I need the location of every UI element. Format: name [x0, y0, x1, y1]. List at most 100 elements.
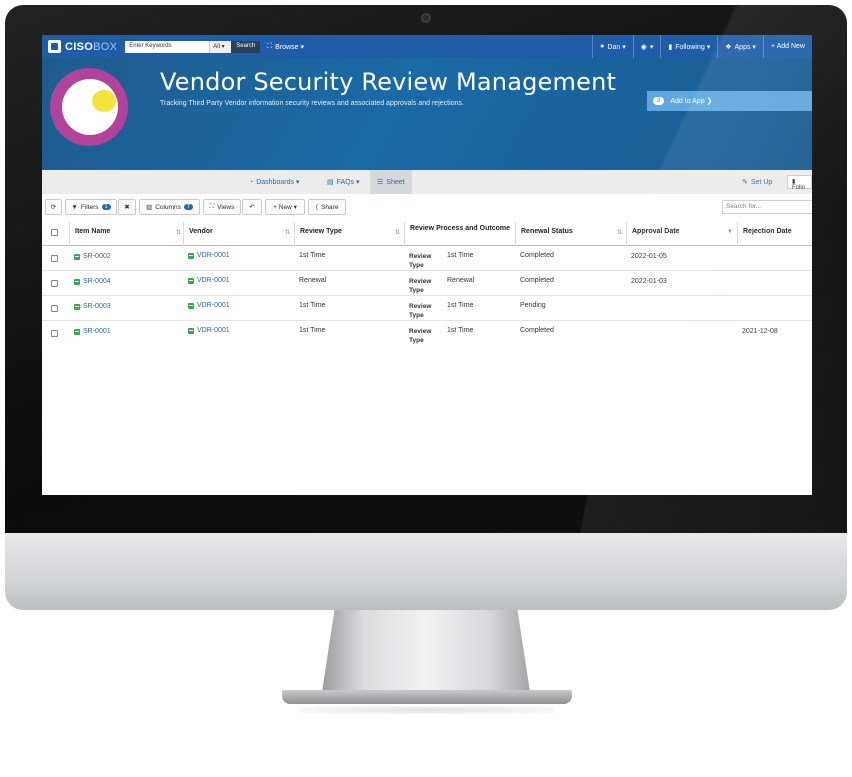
- vendor-link[interactable]: VDR-0001: [188, 327, 289, 334]
- column-header-label: Review Type: [300, 228, 342, 235]
- new-label: + New ▾: [273, 204, 297, 211]
- renewal-status-cell: Completed: [520, 277, 554, 284]
- column-header-vendor[interactable]: Vendor ⇅: [183, 222, 294, 246]
- clear-filters-button[interactable]: ✖: [118, 199, 136, 215]
- review-process-label: Review Type: [409, 303, 432, 319]
- table-row[interactable]: SR-0002 VDR-0001 1st Time Review Type 1st…: [42, 246, 812, 271]
- search-button[interactable]: Search: [231, 40, 261, 53]
- column-header-item-name[interactable]: Item Name ⇅: [69, 222, 185, 246]
- row-checkbox[interactable]: [51, 255, 58, 262]
- review-process-value: 1st Time: [447, 327, 474, 334]
- tab-dashboards-label: Dashboards ▾: [256, 179, 300, 186]
- expand-icon: [74, 253, 80, 260]
- review-process-cell: Review Type 1st Time: [404, 246, 515, 271]
- apps-label: Apps ▾: [734, 43, 756, 51]
- filters-button[interactable]: ▼ Filters 1: [65, 199, 117, 215]
- page-title: Vendor Security Review Management: [160, 68, 617, 96]
- select-all-checkbox[interactable]: [51, 229, 58, 236]
- help-caret: ▾: [649, 43, 654, 51]
- sort-desc-icon: ▼: [727, 229, 733, 235]
- new-button[interactable]: + New ▾: [265, 199, 305, 215]
- list-icon: ☰: [377, 179, 384, 186]
- item-link[interactable]: SR-0002: [74, 253, 178, 260]
- sort-icon: ⇅: [616, 230, 622, 236]
- following-menu[interactable]: ▮ Following ▾: [660, 35, 717, 58]
- tab-sheet[interactable]: ☰ Sheet: [370, 170, 412, 194]
- row-checkbox[interactable]: [51, 330, 58, 337]
- renewal-status-cell: Completed: [520, 327, 554, 334]
- follow-button[interactable]: ▮ Follo: [787, 175, 812, 191]
- binoculars-icon: ⛶: [209, 203, 215, 210]
- share-icon: ⟨: [315, 204, 319, 211]
- column-header-approval-date[interactable]: Approval Date ▼: [626, 222, 737, 246]
- app-logo: [50, 68, 128, 146]
- row-checkbox[interactable]: [51, 305, 58, 312]
- setup-link[interactable]: ✎ Set Up: [735, 170, 779, 194]
- review-process-label: Review Type: [409, 328, 432, 344]
- global-search-input[interactable]: Enter Keywords: [125, 40, 210, 53]
- views-button[interactable]: ⛶ Views: [203, 199, 241, 215]
- review-type-cell: Renewal: [299, 277, 327, 284]
- column-header-review-type[interactable]: Review Type ⇅: [294, 222, 404, 246]
- item-link[interactable]: SR-0001: [74, 328, 178, 335]
- app-subnav: ◔ Dashboards ▾ ▤ FAQs ▾ ☰ Sheet ✎ Set Up…: [42, 170, 812, 194]
- search-scope-select[interactable]: All ▾: [209, 40, 232, 53]
- expand-icon: [74, 328, 80, 335]
- review-process-cell: Review Type 1st Time: [404, 296, 515, 321]
- wrench-icon: ✎: [742, 179, 748, 186]
- add-new-menu[interactable]: + Add New: [762, 35, 812, 58]
- add-new-label: + Add New: [770, 43, 805, 50]
- user-menu[interactable]: ● Dan ▾: [592, 35, 633, 58]
- vendor-link[interactable]: VDR-0001: [188, 252, 289, 259]
- app-logo-accent: [92, 90, 116, 112]
- sort-icon: ⇅: [175, 230, 181, 236]
- vendor-link[interactable]: VDR-0001: [188, 277, 289, 284]
- filter-icon: ▼: [71, 203, 78, 211]
- browse-menu[interactable]: ⛶ Browse ▾: [260, 35, 311, 58]
- apps-menu[interactable]: ❖ Apps ▾: [717, 35, 763, 58]
- column-header-renewal-status[interactable]: Renewal Status ⇅: [515, 222, 626, 246]
- row-checkbox[interactable]: [51, 280, 58, 287]
- monitor-stand: [322, 610, 530, 692]
- refresh-button[interactable]: ⟳: [45, 199, 62, 215]
- browse-label: Browse ▾: [275, 43, 304, 51]
- columns-button[interactable]: ▥ Columns 7: [139, 199, 200, 215]
- undo-button[interactable]: ↶: [242, 199, 262, 215]
- rejection-date-cell: [737, 246, 812, 271]
- vendor-link[interactable]: VDR-0001: [188, 302, 289, 309]
- columns-label: Columns: [155, 203, 181, 211]
- column-header-rejection-date[interactable]: Rejection Date: [737, 222, 812, 246]
- table-row[interactable]: SR-0001 VDR-0001 1st Time Review Type 1st…: [42, 321, 812, 346]
- logo-text-box: BOX: [93, 40, 118, 53]
- tab-faqs[interactable]: ▤ FAQs ▾: [320, 170, 367, 194]
- approval-date-cell: [626, 296, 737, 321]
- renewal-status-cell: Pending: [520, 302, 546, 309]
- logo-icon: [48, 40, 61, 53]
- add-to-app-button[interactable]: 3 Add to App ❯: [647, 91, 812, 111]
- item-link[interactable]: SR-0003: [74, 303, 178, 310]
- item-link[interactable]: SR-0004: [74, 278, 178, 285]
- user-icon: ●: [600, 43, 605, 50]
- top-navbar: CISOBOX Enter Keywords All ▾ Search ⛶ Br…: [42, 35, 812, 58]
- binoculars-icon: ⛶: [267, 42, 273, 50]
- share-button[interactable]: ⟨ Share: [308, 199, 346, 215]
- table-row[interactable]: SR-0004 VDR-0001 Renewal Review Type Rene…: [42, 271, 812, 296]
- tab-dashboards[interactable]: ◔ Dashboards ▾: [242, 170, 306, 194]
- column-header-label: Renewal Status: [521, 228, 573, 235]
- sheet-search-input[interactable]: Search for...: [722, 200, 812, 214]
- review-process-cell: Review Type Renewal: [404, 271, 515, 296]
- cubes-icon: ❖: [725, 43, 732, 51]
- column-header-review-process[interactable]: Review Process and Outcome: [404, 222, 515, 246]
- approval-date-cell: [626, 321, 737, 346]
- logo-text-ciso: CISO: [65, 40, 94, 53]
- columns-icon: ▥: [146, 204, 153, 211]
- help-menu[interactable]: ◉ ▾: [632, 35, 661, 58]
- filters-count-badge: 1: [101, 204, 111, 210]
- undo-icon: ↶: [249, 204, 255, 211]
- cisobox-logo[interactable]: CISOBOX: [48, 35, 117, 58]
- item-id: SR-0003: [83, 303, 111, 310]
- review-process-value: 1st Time: [447, 302, 474, 309]
- table-row[interactable]: SR-0003 VDR-0001 1st Time Review Type 1st…: [42, 296, 812, 321]
- views-label: Views: [217, 203, 235, 211]
- refresh-icon: ⟳: [50, 204, 57, 211]
